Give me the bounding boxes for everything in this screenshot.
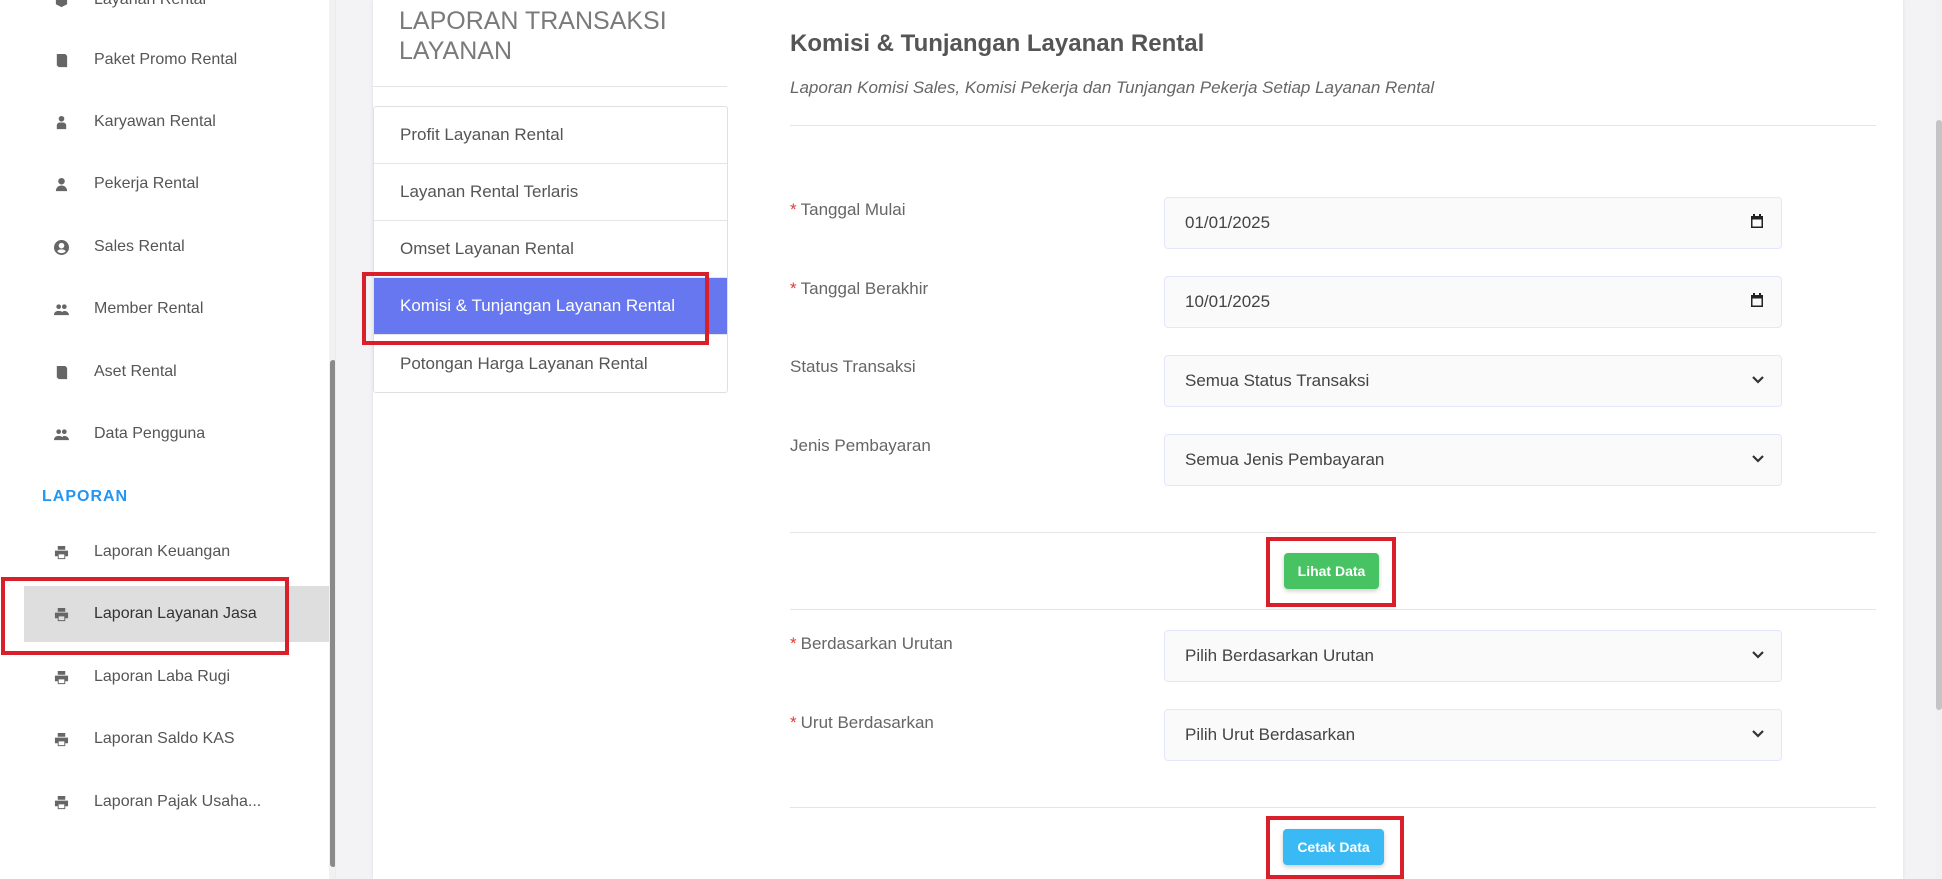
sidebar-item-sales[interactable]: Sales Rental xyxy=(24,219,329,275)
sidebar-item-layanan-rental[interactable]: Layanan Rental xyxy=(24,0,329,28)
view-data-button[interactable]: Lihat Data xyxy=(1284,553,1379,589)
form-divider xyxy=(790,807,1876,808)
report-menu-list: Profit Layanan Rental Layanan Rental Ter… xyxy=(373,106,728,393)
sidebar-item-label: Karyawan Rental xyxy=(94,113,216,130)
sidebar: Layanan Rental Paket Promo Rental Karyaw… xyxy=(0,0,336,879)
page-scrollbar-thumb[interactable] xyxy=(1936,120,1942,710)
sidebar-item-laporan-layanan-jasa[interactable]: Laporan Layanan Jasa xyxy=(24,586,329,642)
calendar-icon[interactable] xyxy=(1749,213,1765,234)
payment-select[interactable]: Semua Jenis Pembayaran xyxy=(1164,434,1782,486)
sidebar-item-label: Laporan Layanan Jasa xyxy=(94,605,257,622)
form-title: Komisi & Tunjangan Layanan Rental xyxy=(790,30,1205,57)
print-icon xyxy=(54,732,94,747)
chevron-down-icon xyxy=(1751,450,1765,470)
report-menu-title: LAPORAN TRANSAKSI LAYANAN xyxy=(399,7,667,65)
sort-by-label: * Berdasarkan Urutan xyxy=(790,634,953,653)
sidebar-item-aset[interactable]: Aset Rental xyxy=(24,344,329,400)
start-date-input[interactable]: 01/01/2025 xyxy=(1164,197,1782,249)
user-icon xyxy=(54,177,94,192)
book-icon xyxy=(54,365,94,380)
chevron-down-icon xyxy=(1751,725,1765,745)
sidebar-item-pekerja[interactable]: Pekerja Rental xyxy=(24,156,329,212)
form-divider xyxy=(790,532,1876,533)
end-date-label: * Tanggal Berakhir xyxy=(790,279,929,298)
print-icon xyxy=(54,670,94,685)
sidebar-item-label: Aset Rental xyxy=(94,363,177,380)
sidebar-item-label: Laporan Saldo KAS xyxy=(94,730,235,747)
sidebar-item-label: Layanan Rental xyxy=(94,0,206,9)
sidebar-item-label: Laporan Pajak Usaha... xyxy=(94,793,262,810)
status-label: Status Transaksi xyxy=(790,357,916,376)
status-select[interactable]: Semua Status Transaksi xyxy=(1164,355,1782,407)
sidebar-item-label: Pekerja Rental xyxy=(94,175,199,192)
sidebar-item-data-pengguna[interactable]: Data Pengguna xyxy=(24,406,329,462)
sidebar-item-laporan-keuangan[interactable]: Laporan Keuangan xyxy=(24,524,329,580)
user-circle-icon xyxy=(54,239,94,255)
sidebar-item-label: Data Pengguna xyxy=(94,425,206,442)
book-icon xyxy=(54,53,94,68)
chevron-down-icon xyxy=(1751,371,1765,391)
user-tie-icon xyxy=(54,115,94,130)
sidebar-item-laporan-saldo-kas[interactable]: Laporan Saldo KAS xyxy=(24,711,329,767)
report-menu-item-profit[interactable]: Profit Layanan Rental xyxy=(374,107,727,164)
users-icon xyxy=(54,427,94,442)
print-icon xyxy=(54,795,94,810)
sidebar-item-label: Laporan Keuangan xyxy=(94,543,231,560)
sidebar-item-label: Member Rental xyxy=(94,300,204,317)
print-data-button[interactable]: Cetak Data xyxy=(1283,829,1384,865)
sidebar-item-paket-promo[interactable]: Paket Promo Rental xyxy=(24,32,329,88)
form-subtitle: Laporan Komisi Sales, Komisi Pekerja dan… xyxy=(790,78,1435,97)
print-icon xyxy=(54,545,94,560)
sidebar-item-laporan-laba-rugi[interactable]: Laporan Laba Rugi xyxy=(24,649,329,705)
form-divider xyxy=(790,125,1876,126)
chevron-down-icon xyxy=(1751,646,1765,666)
report-menu-item-omset[interactable]: Omset Layanan Rental xyxy=(374,221,727,278)
payment-label: Jenis Pembayaran xyxy=(790,436,931,455)
report-menu-item-potongan[interactable]: Potongan Harga Layanan Rental xyxy=(374,335,727,392)
end-date-input[interactable]: 10/01/2025 xyxy=(1164,276,1782,328)
sidebar-item-karyawan[interactable]: Karyawan Rental xyxy=(24,94,329,150)
order-by-select[interactable]: Pilih Urut Berdasarkan xyxy=(1164,709,1782,761)
sidebar-section-laporan: LAPORAN xyxy=(42,488,129,505)
report-menu-divider xyxy=(373,86,727,87)
report-menu-item-terlaris[interactable]: Layanan Rental Terlaris xyxy=(374,164,727,221)
sidebar-item-laporan-pajak[interactable]: Laporan Pajak Usaha... xyxy=(24,774,329,830)
sidebar-item-member[interactable]: Member Rental xyxy=(24,281,329,337)
users-icon xyxy=(54,302,94,317)
calendar-icon[interactable] xyxy=(1749,292,1765,313)
form-divider xyxy=(790,609,1876,610)
cube-icon xyxy=(54,0,94,8)
sidebar-item-label: Laporan Laba Rugi xyxy=(94,668,231,685)
order-by-label: * Urut Berdasarkan xyxy=(790,713,934,732)
sidebar-item-label: Paket Promo Rental xyxy=(94,51,238,68)
start-date-label: * Tanggal Mulai xyxy=(790,200,906,219)
sidebar-item-label: Sales Rental xyxy=(94,238,185,255)
report-menu-item-komisi[interactable]: Komisi & Tunjangan Layanan Rental xyxy=(374,278,727,335)
sort-by-select[interactable]: Pilih Berdasarkan Urutan xyxy=(1164,630,1782,682)
print-icon xyxy=(54,607,94,622)
